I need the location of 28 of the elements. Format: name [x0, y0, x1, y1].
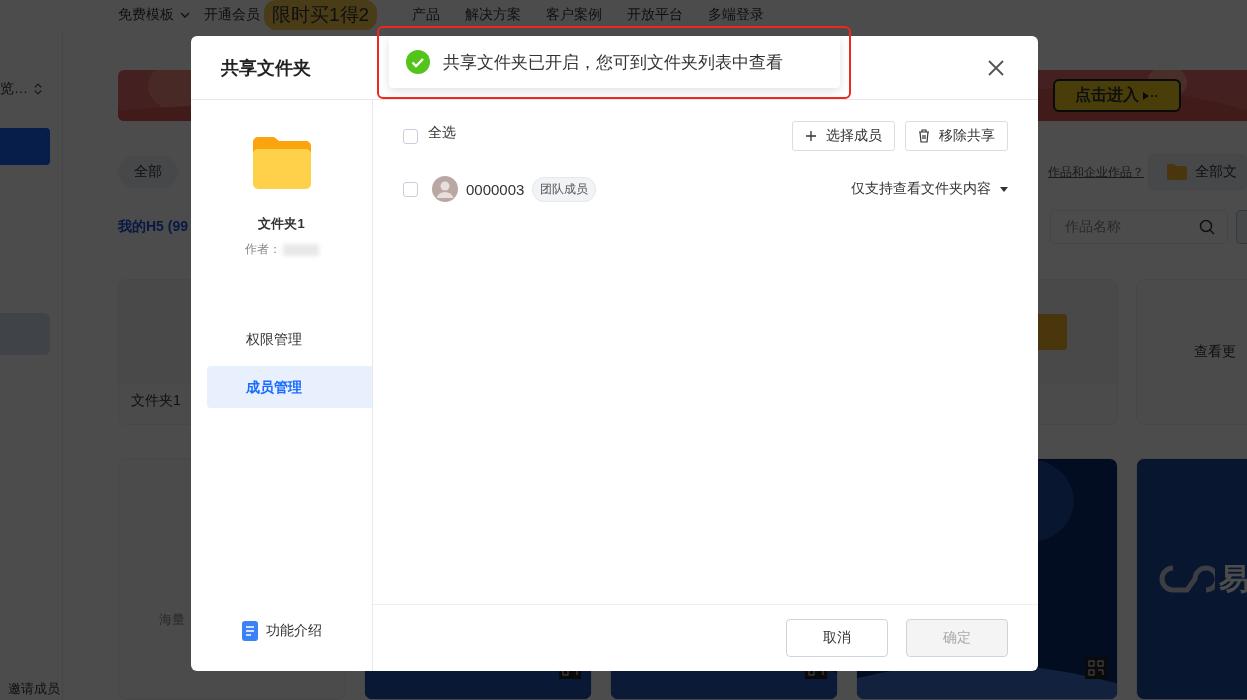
folder-name: 文件夹1 [258, 215, 305, 233]
nav-link[interactable]: 多端登录 [708, 6, 765, 24]
permission-dropdown[interactable]: 仅支持查看文件夹内容 [851, 180, 1008, 198]
more-card[interactable]: 查看更 [1136, 279, 1247, 425]
nav-link[interactable]: 开通会员 [204, 6, 260, 24]
cancel-button[interactable]: 取消 [786, 619, 888, 657]
section-title: 我的H5 (99 [118, 218, 189, 236]
nav-link[interactable]: 免费模板 [118, 6, 174, 24]
logo-text: 易 [1219, 560, 1247, 597]
author-label: 作者： [244, 241, 281, 258]
workspace-name[interactable]: 览… [0, 80, 28, 98]
member-name: 0000003 [466, 180, 525, 198]
select-all-label: 全选 [428, 124, 456, 142]
feature-intro-link[interactable]: 功能介绍 [265, 622, 322, 640]
promo-badge[interactable]: 限时买1得2 [264, 0, 378, 30]
toast-message: 共享文件夹已开启，您可到文件夹列表中查看 [443, 51, 783, 74]
template-card[interactable]: 易 [1136, 458, 1247, 700]
select-members-button[interactable]: 选择成员 [792, 121, 895, 151]
nav-link[interactable]: 解决方案 [465, 6, 522, 24]
dialog-title: 共享文件夹 [221, 56, 311, 80]
menu-tab[interactable]: 成员管理 [207, 366, 372, 408]
menu-tab[interactable]: 权限管理 [207, 318, 372, 360]
enter-button[interactable]: 点击进入 [1053, 79, 1181, 112]
nav-link[interactable]: 开放平台 [627, 6, 684, 24]
remove-share-button[interactable]: 移除共享 [905, 121, 1008, 151]
member-tag: 团队成员 [532, 176, 597, 202]
nav-link[interactable]: 产品 [412, 6, 441, 24]
nav-link[interactable]: 客户案例 [546, 6, 603, 24]
